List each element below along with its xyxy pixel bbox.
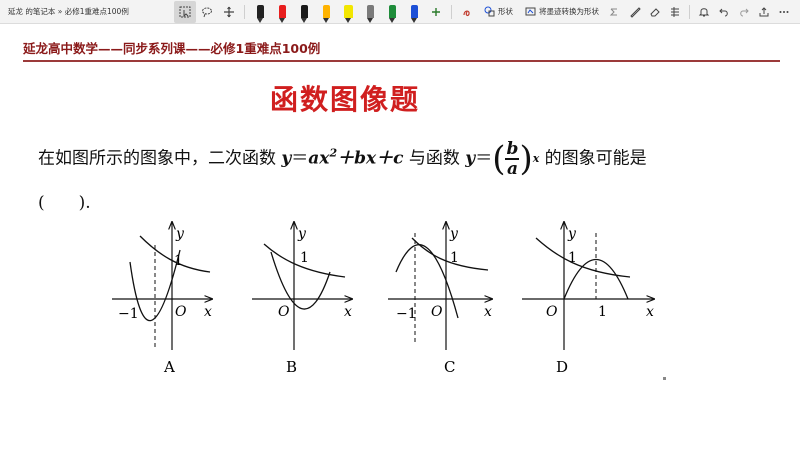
graph-d-label: D [556, 358, 568, 376]
graph-a-one: 1 [174, 253, 183, 269]
graph-c-origin: O [431, 304, 443, 320]
graph-c-x-label: x [484, 304, 492, 320]
graph-a-x-label: x [204, 304, 212, 320]
graph-c[interactable]: y 1 −1 O x C [388, 222, 492, 376]
graph-d-exponential [535, 237, 631, 278]
graph-a-origin: O [175, 304, 187, 320]
graph-b-one: 1 [300, 250, 309, 266]
graph-b-label: B [286, 358, 297, 376]
graph-d-x-label: x [646, 304, 654, 320]
graph-d[interactable]: y 1 O 1 x D [522, 222, 654, 376]
graph-b-origin: O [278, 304, 290, 320]
graph-b-y-label: y [297, 226, 307, 242]
graph-c-label: C [444, 358, 455, 376]
graph-b[interactable]: y 1 O x B [252, 222, 352, 376]
graph-c-y-label: y [449, 226, 459, 242]
graph-c-one: 1 [450, 250, 459, 266]
graph-d-x-one: 1 [598, 304, 607, 320]
cursor-dot [663, 377, 666, 380]
graph-options: y 1 −1 O x A y 1 O x B y 1 −1 O x C y 1 … [112, 0, 800, 376]
graph-a-neg-one: −1 [118, 306, 139, 322]
graph-d-y-label: y [567, 226, 577, 242]
graph-d-one: 1 [568, 250, 577, 266]
graph-c-neg-one: −1 [396, 306, 417, 322]
graph-a[interactable]: y 1 −1 O x A [112, 222, 212, 376]
graph-a-y-label: y [175, 226, 185, 242]
graph-d-origin: O [546, 304, 558, 320]
graph-b-x-label: x [344, 304, 352, 320]
graph-a-label: A [163, 358, 175, 376]
